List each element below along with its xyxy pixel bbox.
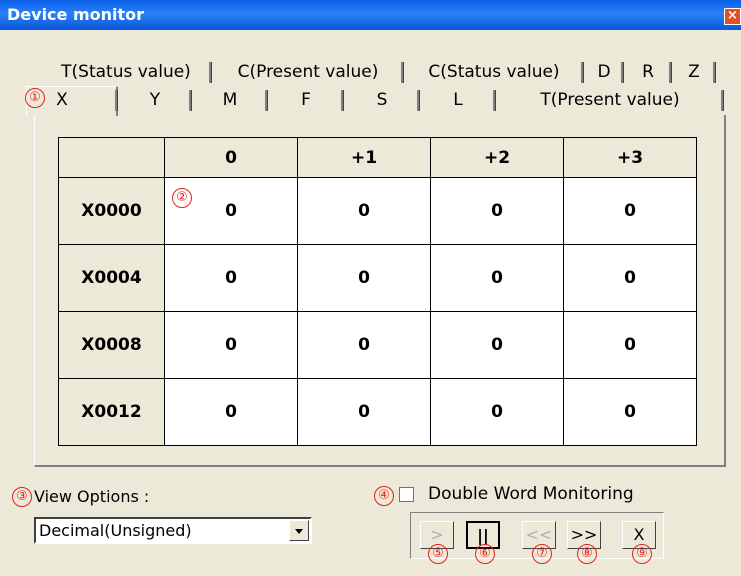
value-cell[interactable]: 0 — [563, 177, 697, 245]
tab-label: T(Status value) — [61, 62, 191, 82]
window-title: Device monitor — [7, 5, 145, 24]
value-cell[interactable]: 0 — [297, 244, 431, 312]
tab-label: C(Present value) — [237, 62, 379, 82]
tab-d[interactable]: D — [584, 60, 624, 85]
value-cell[interactable]: 0 — [297, 378, 431, 446]
device-value-grid: 0 +1 +2 +3 X0000 0 0 0 0 X0004 0 0 0 0 X… — [58, 137, 697, 446]
annotation-marker-8: ⑧ — [577, 544, 597, 564]
annotation-marker-6: ⑥ — [475, 544, 495, 564]
grid-header-row: 0 +1 +2 +3 — [58, 137, 697, 178]
value-cell[interactable]: 0 — [563, 244, 697, 312]
row-header: X0008 — [58, 311, 165, 379]
tab-label: R — [642, 62, 654, 82]
value-cell[interactable]: 0 — [430, 378, 564, 446]
annotation-marker-9: ⑨ — [632, 544, 652, 564]
tab-y[interactable]: Y — [118, 88, 192, 113]
tab-m[interactable]: M — [192, 88, 268, 113]
column-header: +3 — [563, 137, 697, 178]
column-header: 0 — [164, 137, 298, 178]
device-monitor-window: Device monitor × T(Status value) C(Prese… — [0, 0, 741, 576]
view-options-value: Decimal(Unsigned) — [39, 521, 192, 540]
tab-c-present-value[interactable]: C(Present value) — [212, 60, 404, 85]
annotation-marker-5: ⑤ — [428, 544, 448, 564]
tab-label: D — [597, 62, 611, 82]
value-cell[interactable]: 0 — [297, 311, 431, 379]
row-header: X0000 — [58, 177, 165, 245]
row-header: X0004 — [58, 244, 165, 312]
value-cell[interactable]: 0 — [297, 177, 431, 245]
tab-f[interactable]: F — [268, 88, 344, 113]
tab-s[interactable]: S — [344, 88, 420, 113]
table-row: X0012 0 0 0 0 — [58, 378, 697, 446]
table-row: X0004 0 0 0 0 — [58, 244, 697, 312]
value-cell[interactable]: 0 — [164, 244, 298, 312]
tab-t-status-value[interactable]: T(Status value) — [40, 60, 212, 85]
row-header: X0012 — [58, 378, 165, 446]
tab-label: Z — [688, 62, 700, 82]
tab-t-present-value[interactable]: T(Present value) — [496, 88, 724, 113]
tab-label: Y — [149, 90, 161, 110]
value-cell[interactable]: 0 — [563, 378, 697, 446]
grid-corner — [58, 137, 165, 178]
table-row: X0008 0 0 0 0 — [58, 311, 697, 379]
view-options-label: View Options : — [34, 487, 150, 506]
double-word-checkbox[interactable] — [399, 487, 414, 502]
annotation-marker-2: ② — [172, 188, 192, 208]
title-bar[interactable]: Device monitor × — [0, 0, 741, 30]
tab-label: C(Status value) — [428, 62, 560, 82]
tab-l[interactable]: L — [420, 88, 496, 113]
chevron-down-icon[interactable] — [289, 520, 309, 541]
table-row: X0000 0 0 0 0 — [58, 177, 697, 245]
double-word-label: Double Word Monitoring — [428, 484, 634, 504]
annotation-marker-3: ③ — [12, 487, 32, 507]
value-cell[interactable]: 0 — [430, 244, 564, 312]
column-header: +1 — [297, 137, 431, 178]
annotation-marker-4: ④ — [374, 486, 394, 506]
value-cell[interactable]: 0 — [430, 177, 564, 245]
tab-label: L — [453, 90, 463, 110]
annotation-marker-1: ① — [25, 88, 45, 108]
value-cell[interactable]: 0 — [164, 378, 298, 446]
tab-label: M — [222, 90, 238, 110]
close-icon[interactable]: × — [724, 8, 741, 25]
value-cell[interactable]: 0 — [164, 311, 298, 379]
column-header: +2 — [430, 137, 564, 178]
tab-r[interactable]: R — [624, 60, 672, 85]
tab-label: S — [376, 90, 388, 110]
value-cell[interactable]: 0 — [430, 311, 564, 379]
tab-c-status-value[interactable]: C(Status value) — [404, 60, 584, 85]
view-options-select[interactable]: Decimal(Unsigned) — [34, 517, 312, 544]
value-cell[interactable]: 0 — [563, 311, 697, 379]
annotation-marker-7: ⑦ — [532, 544, 552, 564]
tab-label: T(Present value) — [540, 90, 680, 110]
tab-label: F — [301, 90, 311, 110]
tab-z[interactable]: Z — [672, 60, 716, 85]
